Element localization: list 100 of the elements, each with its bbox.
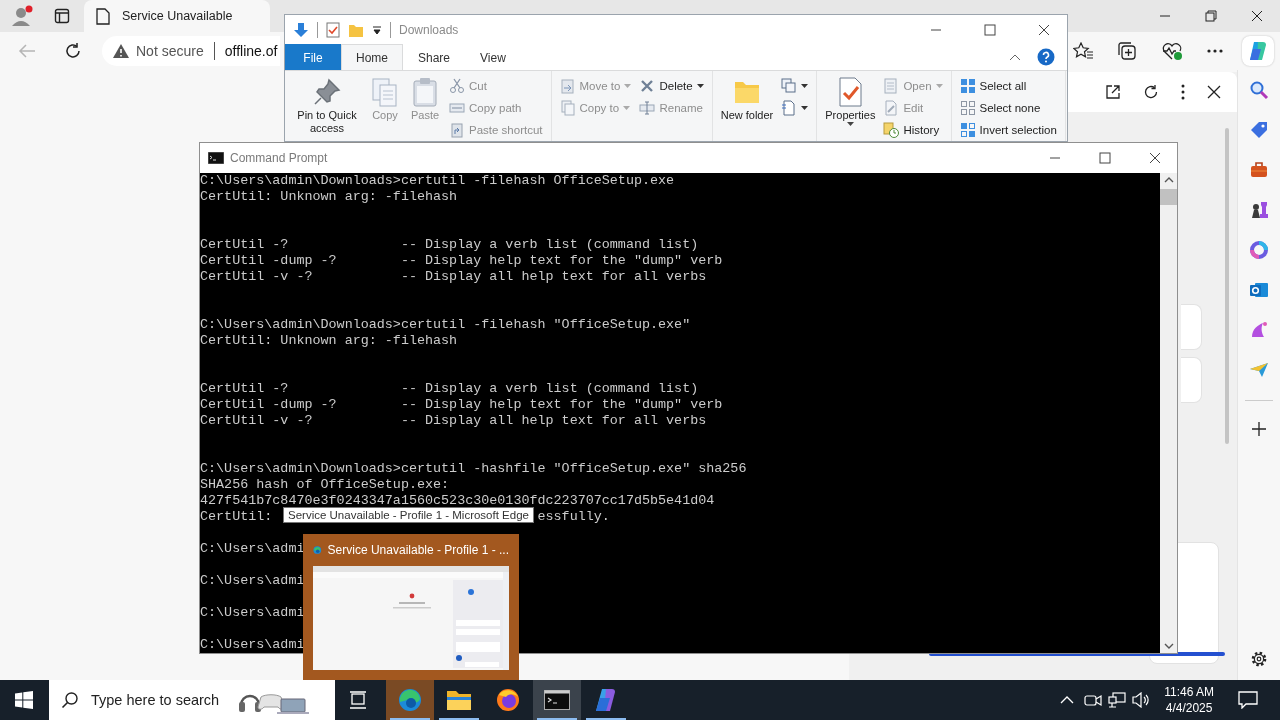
tooltip: Service Unavailable - Profile 1 - Microsoft Edge <box>283 507 534 523</box>
console-icon <box>544 690 570 710</box>
scrollbar-thumb[interactable] <box>1225 128 1229 444</box>
shortcut-icon <box>449 122 465 138</box>
history-icon <box>883 122 900 138</box>
search-field[interactable]: Type here to search <box>49 680 335 720</box>
ribbon-tab[interactable]: Home <box>341 44 403 70</box>
briefcase-icon[interactable] <box>1249 160 1269 180</box>
ring-icon[interactable] <box>1249 240 1269 260</box>
browser-logo-icon <box>397 687 423 713</box>
copy-to-icon <box>559 100 576 116</box>
console-line: CertUtil -dump -? -- Display help text for the "dump" verb <box>200 397 723 413</box>
grid-icon <box>959 122 976 138</box>
profile-icon[interactable] <box>10 4 34 28</box>
console-line: SHA256 hash of OfficeSetup.exe: <box>200 477 450 493</box>
preview-title: Service Unavailable - Profile 1 - ... <box>327 543 509 557</box>
delete-icon <box>639 78 656 94</box>
new-item-icon <box>781 78 798 94</box>
console-line: 427f541b7c8470e3f0243347a1560c523c30e0130fdc223707cc17d5b5e41d04 <box>200 493 715 509</box>
console-line: CertUtil -? -- Display a verb list (command list) <box>200 237 699 253</box>
maximize-icon[interactable] <box>984 23 996 36</box>
ribbon-button[interactable]: Delete <box>637 76 706 96</box>
window-preview[interactable]: Service Unavailable - Profile 1 - ... <box>303 534 519 680</box>
url-text: offline.of <box>224 43 278 59</box>
edit-icon <box>883 100 900 116</box>
notifications-icon[interactable] <box>1238 691 1258 709</box>
more-icon[interactable] <box>1207 49 1223 53</box>
console-line: C:\Users\admi <box>200 637 305 653</box>
taskbar-button[interactable] <box>533 680 581 720</box>
console-line: CertUtil: Unknown arg: -filehash <box>200 189 458 205</box>
tag-icon[interactable] <box>1249 120 1269 140</box>
collapse-icon[interactable] <box>1009 53 1021 62</box>
scrollbar-thumb[interactable] <box>1160 189 1177 205</box>
camera-icon[interactable] <box>1084 692 1103 708</box>
volume-icon[interactable] <box>1132 692 1151 708</box>
favorites-icon[interactable] <box>1073 42 1093 60</box>
console-line: C:\Users\admin\Downloads>certutil -hashfile "OfficeSetup.exe" sha256 <box>200 461 747 477</box>
console-line: CertUtil -? -- Display a verb list (command list) <box>200 381 699 397</box>
console-line: C:\Users\admin\Downloads>certutil -filehash "OfficeSetup.exe" <box>200 317 691 333</box>
chevron-up-icon[interactable] <box>1060 695 1075 705</box>
console-line: CertUtil -v -? -- Display all help text for all verbs <box>200 413 707 429</box>
console-line: C:\Users\admi <box>200 605 305 621</box>
ribbon-button[interactable]: History <box>881 120 945 140</box>
move-icon <box>559 78 576 94</box>
chess-pieces-icon[interactable] <box>1249 200 1269 220</box>
console-line: essfully. <box>537 509 610 525</box>
copilot-button[interactable] <box>1242 36 1274 66</box>
checklist-icon[interactable] <box>326 21 340 38</box>
close-icon[interactable] <box>1207 85 1221 99</box>
ribbon-button[interactable]: New folder <box>718 74 776 123</box>
start-icon[interactable] <box>15 691 33 709</box>
tab-actions-icon[interactable] <box>54 8 70 24</box>
grid-icon <box>959 78 976 94</box>
app-logo-icon <box>1247 40 1269 62</box>
security-label: Not secure <box>136 43 204 59</box>
ribbon-button[interactable]: Select none <box>957 98 1059 118</box>
open-external-icon[interactable] <box>1105 84 1121 100</box>
scrollbar[interactable] <box>1160 173 1177 653</box>
collections-icon[interactable] <box>1117 41 1137 61</box>
refresh-icon[interactable] <box>64 42 82 60</box>
console-line: C:\Users\admi <box>200 541 305 557</box>
settings-icon[interactable] <box>1250 650 1268 668</box>
restore-icon[interactable] <box>1205 10 1217 22</box>
heart-pulse-icon[interactable] <box>1161 41 1183 61</box>
maximize-icon[interactable] <box>1099 152 1111 164</box>
ribbon-tab[interactable]: File <box>285 44 341 70</box>
ribbon-button[interactable]: Pin to Quick access <box>291 74 363 136</box>
ribbon-button[interactable]: Invert selection <box>957 120 1059 140</box>
console-line: C:\Users\admi <box>200 573 305 589</box>
open-icon <box>883 78 900 94</box>
console-line: CertUtil -v -? -- Display all help text for all verbs <box>200 269 707 285</box>
close-icon[interactable] <box>1251 10 1263 22</box>
search-icon[interactable] <box>1249 80 1269 100</box>
close-icon[interactable] <box>1149 152 1161 164</box>
more-icon[interactable] <box>1181 84 1185 100</box>
fox-logo-icon <box>495 687 521 713</box>
add-icon[interactable] <box>1251 421 1267 437</box>
window-title: Command Prompt <box>230 151 328 165</box>
folder-icon <box>446 688 472 712</box>
network-icon[interactable] <box>1108 692 1127 708</box>
address-bar[interactable]: Not secure offline.of <box>102 36 280 66</box>
caret-icon[interactable] <box>372 24 382 35</box>
clock[interactable]: 11:46 AM 4/4/2025 <box>1156 684 1222 716</box>
window-title: Downloads <box>399 22 459 37</box>
close-icon[interactable] <box>1038 23 1050 36</box>
console-line: CertUtil -dump -? -- Display help text for the "dump" verb <box>200 253 723 269</box>
ribbon-button[interactable] <box>779 98 811 118</box>
mail-app-icon[interactable] <box>1249 280 1269 300</box>
console-line: CertUtil: Unknown arg: -filehash <box>200 333 458 349</box>
grid-icon <box>959 100 976 116</box>
browser-tab[interactable]: Service Unavailable <box>84 0 270 32</box>
refresh-icon[interactable] <box>1143 84 1159 100</box>
scissors-icon <box>449 78 465 94</box>
ribbon-button[interactable]: Select all <box>957 76 1059 96</box>
help-icon[interactable] <box>1037 48 1055 67</box>
down-arrow-icon[interactable] <box>293 21 309 38</box>
task-view-icon[interactable] <box>349 691 369 709</box>
console-line: CertUtil: <box>200 509 273 525</box>
ribbon-button[interactable] <box>779 76 811 96</box>
ribbon-button[interactable]: Properties <box>823 74 878 127</box>
